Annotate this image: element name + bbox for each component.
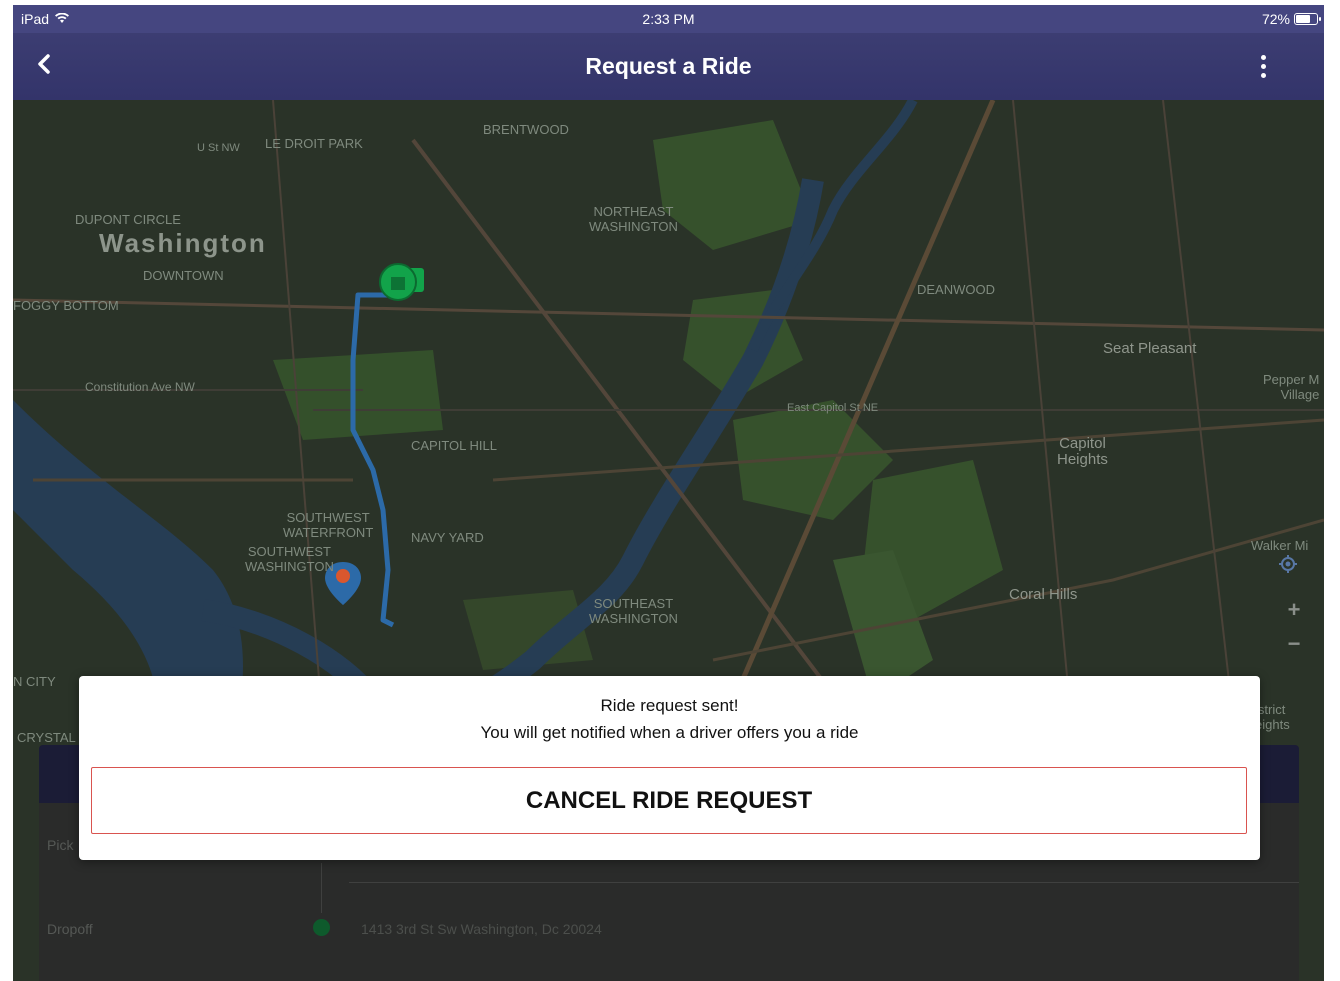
map-label-dupont: DUPONT CIRCLE bbox=[75, 212, 181, 227]
my-location-button[interactable] bbox=[1278, 554, 1310, 586]
status-bar: iPad 2:33 PM 72% bbox=[13, 5, 1324, 33]
more-vertical-icon-dot bbox=[1260, 72, 1266, 78]
app-screen: iPad 2:33 PM 72% Request a Ride LE DROIT… bbox=[13, 5, 1324, 981]
map-label-n-city: N CITY bbox=[13, 674, 56, 689]
map-label-deanwood: DEANWOOD bbox=[917, 282, 995, 297]
map-label-u-st: U St NW bbox=[197, 142, 240, 154]
nav-bar: Request a Ride bbox=[13, 33, 1324, 100]
back-button[interactable] bbox=[29, 51, 59, 81]
zoom-in-button[interactable]: + bbox=[1278, 594, 1310, 626]
dropoff-address[interactable]: 1413 3rd St Sw Washington, Dc 20024 bbox=[361, 921, 602, 937]
more-vertical-icon-dot bbox=[1260, 63, 1266, 69]
pickup-label: Pick bbox=[47, 837, 74, 853]
status-right: 72% bbox=[1261, 11, 1321, 27]
map-label-district-heights: istrict eights bbox=[1255, 702, 1290, 732]
card-divider bbox=[349, 882, 1299, 883]
dropoff-label: Dropoff bbox=[47, 921, 93, 937]
more-options-button[interactable] bbox=[1248, 51, 1278, 81]
map-label-downtown: DOWNTOWN bbox=[143, 268, 224, 283]
cancel-ride-request-button[interactable]: CANCEL RIDE REQUEST bbox=[91, 767, 1247, 834]
battery-percent: 72% bbox=[1261, 11, 1290, 27]
map-label-capitol-hill: CAPITOL HILL bbox=[411, 438, 497, 453]
map-label-pepper-mill: Pepper M Village bbox=[1263, 372, 1320, 402]
map-label-walker-mill: Walker Mi bbox=[1251, 538, 1309, 553]
map-label-sw-waterfront: SOUTHWEST WATERFRONT bbox=[283, 510, 374, 540]
ride-request-modal: Ride request sent! You will get notified… bbox=[79, 676, 1260, 860]
map-label-se-washington: SOUTHEAST WASHINGTON bbox=[589, 596, 678, 626]
zoom-out-button[interactable]: − bbox=[1278, 628, 1310, 660]
dropoff-dot-icon bbox=[313, 919, 330, 936]
page-title: Request a Ride bbox=[585, 53, 752, 79]
more-vertical-icon bbox=[1260, 54, 1266, 60]
map-label-brentwood: BRENTWOOD bbox=[483, 122, 569, 137]
status-time: 2:33 PM bbox=[642, 11, 695, 27]
battery-icon bbox=[1294, 13, 1321, 25]
map-label-seat-pleasant: Seat Pleasant bbox=[1103, 340, 1197, 357]
map-label-capitol-heights: Capitol Heights bbox=[1057, 435, 1108, 468]
map-label-crystal: CRYSTAL bbox=[17, 730, 76, 745]
map-label-foggy-bottom: FOGGY BOTTOM bbox=[13, 298, 119, 313]
map-label-sw-washington: SOUTHWEST WASHINGTON bbox=[245, 544, 334, 574]
map-label-le-droit-park: LE DROIT PARK bbox=[265, 136, 363, 151]
chevron-left-icon bbox=[37, 53, 51, 79]
map-label-coral-hills: Coral Hills bbox=[1009, 586, 1078, 603]
route-connector-line bbox=[321, 863, 322, 913]
map-label-northeast: NORTHEAST WASHINGTON bbox=[589, 204, 678, 234]
map-label-washington: Washington bbox=[99, 228, 267, 258]
map-label-constitution: Constitution Ave NW bbox=[85, 380, 195, 394]
modal-message: You will get notified when a driver offe… bbox=[480, 723, 859, 742]
map-label-navy-yard: NAVY YARD bbox=[411, 530, 484, 545]
map-label-east-capitol: East Capitol St NE bbox=[787, 402, 879, 414]
modal-title: Ride request sent! bbox=[600, 696, 739, 715]
